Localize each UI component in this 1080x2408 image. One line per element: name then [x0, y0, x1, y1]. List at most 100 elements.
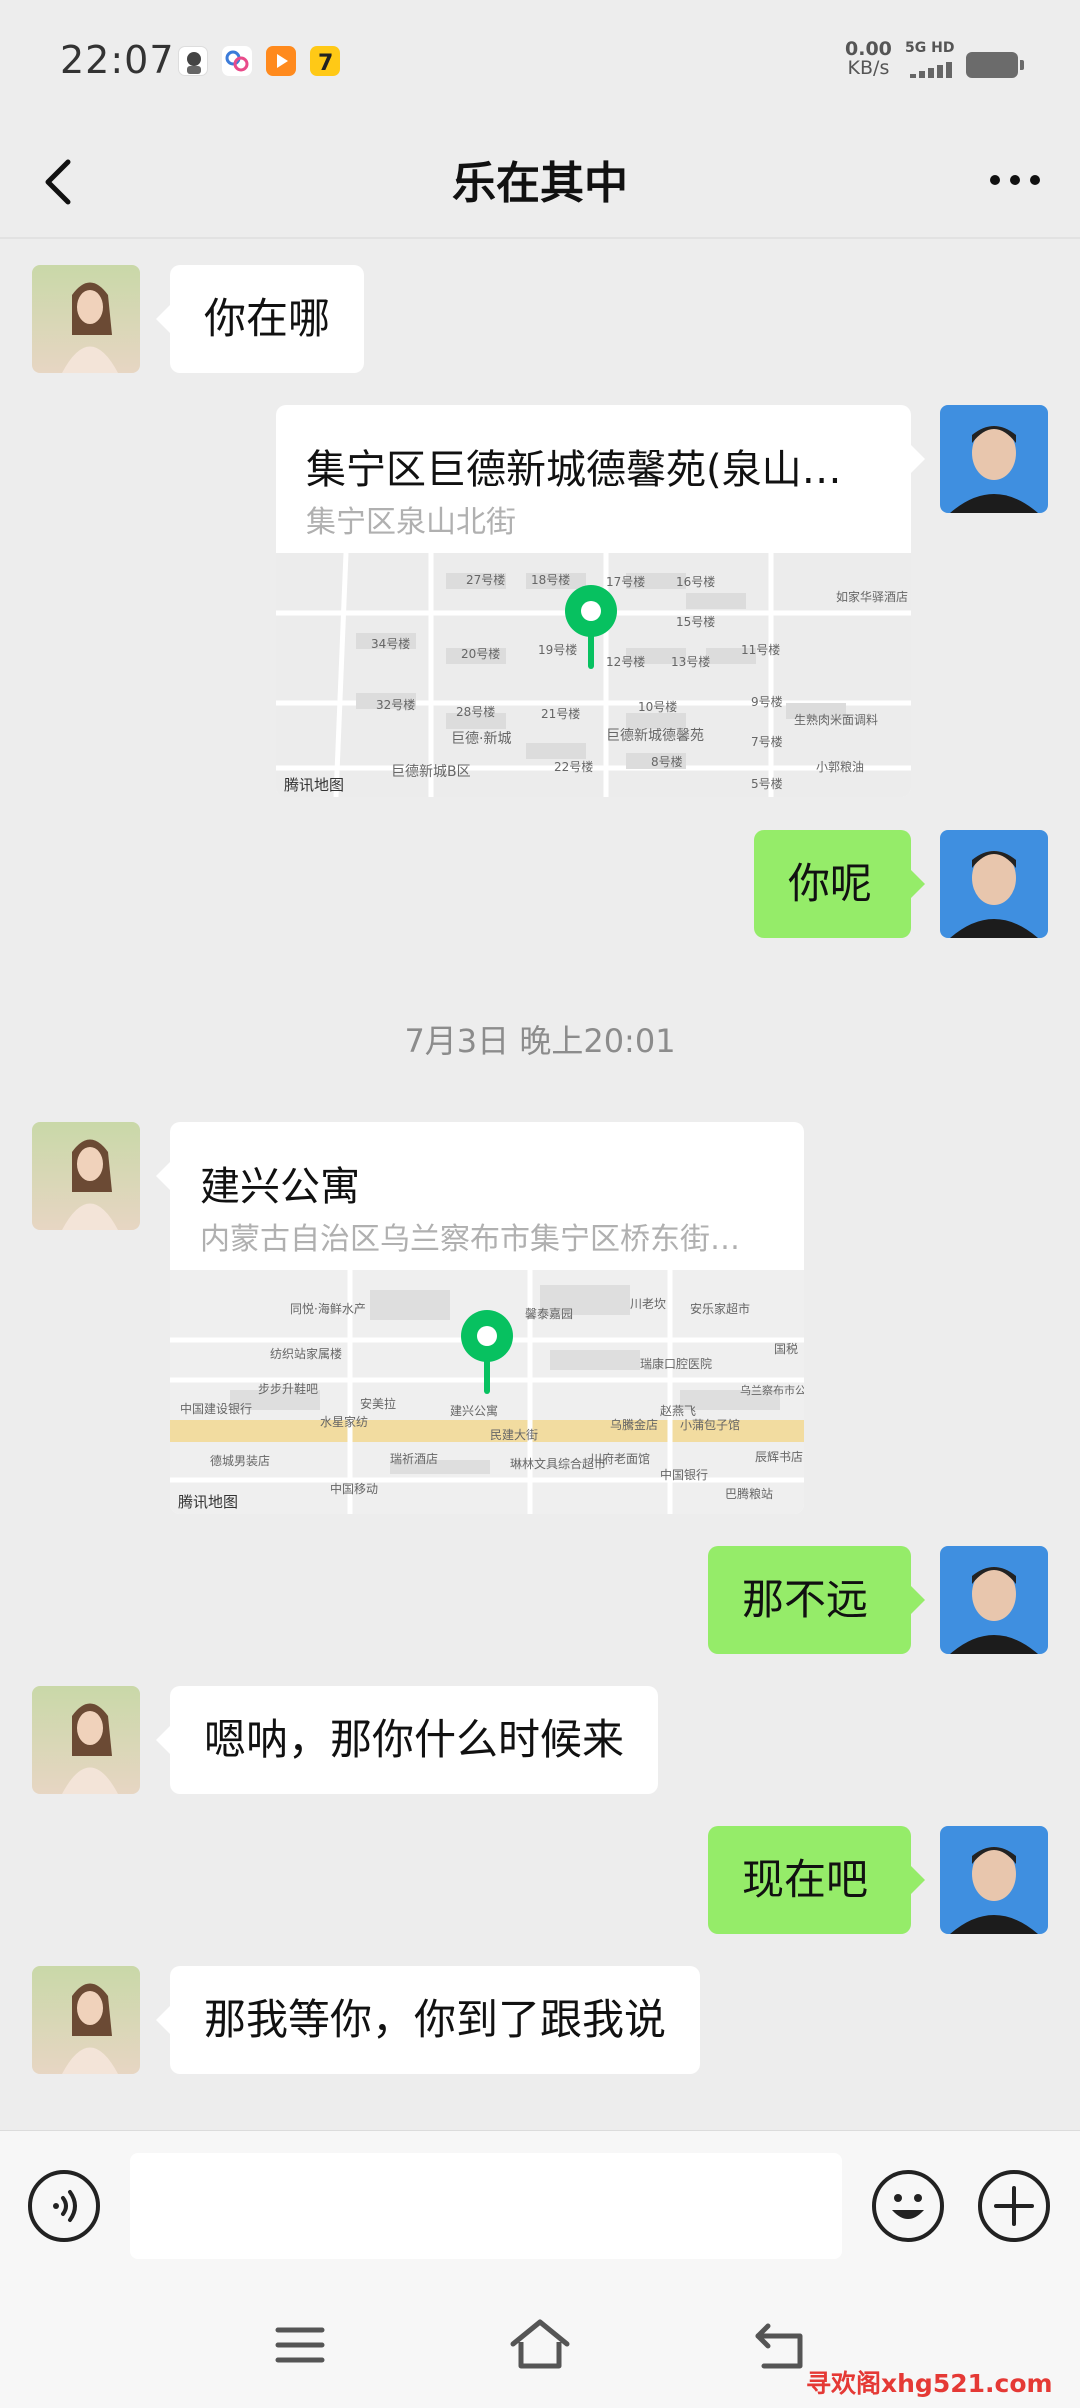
- map-label: 川老坎: [630, 1297, 667, 1311]
- message-text: 嗯呐，那你什么时候来: [204, 1715, 625, 1764]
- chat-timestamp: 7月3日 晚上20:01: [404, 1022, 676, 1060]
- map-label: 13号楼: [671, 655, 711, 669]
- chat-title: 乐在其中: [452, 158, 628, 209]
- location-address: 集宁区泉山北街: [306, 505, 516, 540]
- signal-bars-icon: [910, 62, 956, 78]
- map-label: 瑞康口腔医院: [640, 1357, 713, 1371]
- network-speed: 0.00 KB/s: [845, 40, 892, 78]
- map-label: 中国银行: [660, 1468, 709, 1482]
- map-label: 5号楼: [751, 777, 783, 791]
- notification-app-icon: [222, 46, 252, 76]
- message-bubble-received[interactable]: 嗯呐，那你什么时候来: [155, 1686, 659, 1794]
- location-card-received[interactable]: 建兴公寓 内蒙古自治区乌兰察布市集宁区桥东街… 同悦·海鲜水产 馨泰嘉园 川老坎…: [170, 1122, 804, 1514]
- message-input[interactable]: [130, 2153, 842, 2259]
- map-label: 纺织站家属楼: [270, 1347, 343, 1361]
- map-label: 巨德·新城: [451, 731, 512, 747]
- location-name: 建兴公寓: [200, 1164, 360, 1210]
- map-label: 如家华驿酒店: [836, 590, 909, 604]
- map-label: 8号楼: [651, 755, 683, 769]
- chat-input-bar: [0, 2130, 1080, 2280]
- map-label: 安乐家超市: [690, 1302, 751, 1316]
- contact-avatar[interactable]: [32, 1686, 140, 1794]
- map-label: 32号楼: [376, 698, 416, 712]
- my-avatar[interactable]: [940, 830, 1048, 938]
- map-label: 巨德新城德馨苑: [606, 728, 704, 744]
- contact-avatar[interactable]: [32, 1966, 140, 2074]
- signal-type-label: 5G HD: [905, 40, 955, 56]
- map-label: 小郭粮油: [816, 760, 865, 774]
- map-label: 21号楼: [541, 707, 581, 721]
- map-source: 腾讯地图: [178, 1493, 239, 1511]
- map-label: 同悦·海鲜水产: [290, 1302, 366, 1316]
- bubble-tail: [911, 445, 925, 473]
- map-label: 11号楼: [741, 643, 781, 657]
- map-label: 生熟肉米面调料: [794, 713, 879, 727]
- notification-app-icon: 7: [310, 46, 340, 76]
- location-address: 内蒙古自治区乌兰察布市集宁区桥东街…: [200, 1222, 740, 1257]
- map-label: 10号楼: [638, 700, 678, 714]
- contact-avatar[interactable]: [32, 1122, 140, 1230]
- location-map: 27号楼 18号楼 17号楼 16号楼 15号楼 19号楼 12号楼 13号楼 …: [276, 553, 911, 797]
- map-label: 中国建设银行: [180, 1402, 253, 1416]
- message-bubble-sent[interactable]: 你呢: [754, 830, 925, 938]
- header-divider: [0, 237, 1080, 239]
- svg-text:7: 7: [318, 51, 333, 76]
- status-time: 22:07: [60, 38, 175, 82]
- voice-icon[interactable]: [28, 2170, 100, 2242]
- map-label: 巴腾粮站: [725, 1487, 774, 1501]
- message-text: 那我等你，你到了跟我说: [204, 1995, 667, 2044]
- map-label: 安美拉: [360, 1397, 397, 1411]
- status-bar: 22:07 7 0.00 KB/s 5G HD: [0, 0, 1080, 125]
- map-label: 建兴公寓: [450, 1404, 499, 1418]
- map-label: 16号楼: [676, 575, 716, 589]
- map-label: 馨泰嘉园: [525, 1307, 574, 1321]
- map-label: 22号楼: [554, 760, 594, 774]
- map-label: 琳林文具综合超市: [510, 1457, 607, 1471]
- map-label: 小蒲包子馆: [680, 1418, 741, 1432]
- notification-app-icon: [178, 46, 208, 76]
- map-label: 水星家纺: [320, 1415, 369, 1429]
- map-label: 瑞祈酒店: [390, 1452, 439, 1466]
- map-label: 乌騰金店: [610, 1418, 659, 1432]
- plus-icon[interactable]: [978, 2170, 1050, 2242]
- map-source: 腾讯地图: [284, 776, 345, 794]
- map-label: 7号楼: [751, 735, 783, 749]
- my-avatar[interactable]: [940, 405, 1048, 513]
- location-pin-icon: [457, 1308, 517, 1402]
- message-text: 你在哪: [204, 294, 331, 343]
- message-text: 你呢: [788, 859, 873, 908]
- message-bubble-sent[interactable]: 现在吧: [708, 1826, 925, 1934]
- notification-app-icon: [266, 46, 296, 76]
- message-text: 现在吧: [742, 1855, 869, 1904]
- location-card-sent[interactable]: 集宁区巨德新城德馨苑(泉山… 集宁区泉山北街 27号楼 18号楼 17号楼 16…: [276, 405, 911, 797]
- battery-icon: [966, 52, 1024, 78]
- message-bubble-received[interactable]: 那我等你，你到了跟我说: [155, 1966, 701, 2074]
- my-avatar[interactable]: [940, 1546, 1048, 1654]
- map-label: 27号楼: [466, 573, 506, 587]
- watermark-text: 寻欢阁xhg521.com: [806, 2369, 1053, 2398]
- home-icon[interactable]: [505, 2314, 575, 2378]
- location-map: 同悦·海鲜水产 馨泰嘉园 川老坎 安乐家超市 纺织站家属楼 瑞康口腔医院 国税 …: [170, 1270, 804, 1514]
- map-label: 德城男装店: [210, 1454, 271, 1468]
- map-label: 15号楼: [676, 615, 716, 629]
- location-name: 集宁区巨德新城德馨苑(泉山…: [306, 447, 842, 493]
- message-text: 那不远: [742, 1575, 869, 1624]
- contact-avatar[interactable]: [32, 265, 140, 373]
- map-label: 乌兰察布市公证处: [740, 1384, 804, 1397]
- map-label: 28号楼: [456, 705, 496, 719]
- map-label: 巨德新城B区: [391, 764, 471, 780]
- my-avatar[interactable]: [940, 1826, 1048, 1934]
- map-label: 20号楼: [461, 647, 501, 661]
- map-label: 34号楼: [371, 637, 411, 651]
- more-dots-icon[interactable]: [980, 150, 1050, 210]
- menu-icon[interactable]: [270, 2320, 330, 2374]
- map-label: 中国移动: [330, 1482, 379, 1496]
- bubble-tail: [156, 1162, 170, 1190]
- map-label: 9号楼: [751, 695, 783, 709]
- message-bubble-received[interactable]: 你在哪: [155, 265, 365, 373]
- emoji-icon[interactable]: [872, 2170, 944, 2242]
- map-label: 步步升鞋吧: [258, 1382, 319, 1396]
- message-bubble-sent[interactable]: 那不远: [708, 1546, 925, 1654]
- map-label: 国税: [774, 1342, 799, 1356]
- chat-header: 乐在其中: [0, 125, 1080, 237]
